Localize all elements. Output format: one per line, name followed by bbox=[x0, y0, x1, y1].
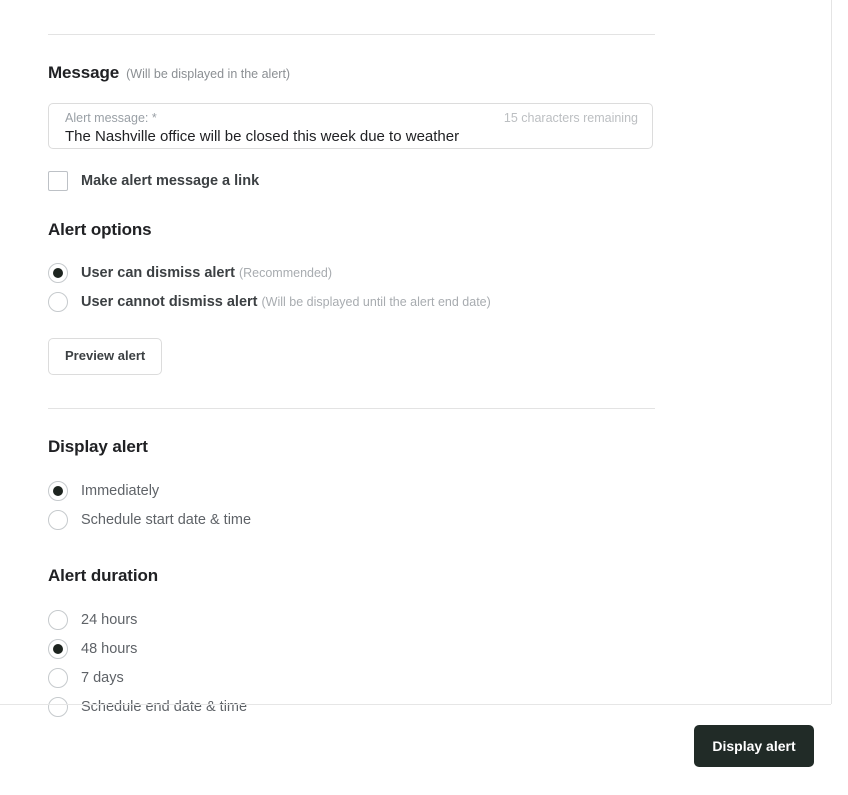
radio-user-cannot-dismiss[interactable] bbox=[48, 291, 68, 312]
alert-message-input[interactable]: The Nashville office will be closed this… bbox=[65, 127, 638, 147]
radio-24-hours[interactable] bbox=[48, 609, 68, 630]
radio-label-24-hours: 24 hours bbox=[81, 611, 138, 628]
alert-options-radio-group: User can dismiss alert (Recommended) User… bbox=[48, 258, 783, 316]
radio-row-48-hours[interactable]: 48 hours bbox=[48, 634, 783, 663]
alert-options-heading: Alert options bbox=[48, 220, 152, 239]
form-scroll-area: Message (Will be displayed in the alert)… bbox=[0, 0, 831, 717]
make-link-checkbox[interactable] bbox=[48, 171, 68, 191]
display-alert-heading-row: Display alert bbox=[48, 437, 783, 457]
message-heading: Message bbox=[48, 63, 120, 82]
top-divider bbox=[48, 34, 655, 35]
radio-row-schedule-start[interactable]: Schedule start date & time bbox=[48, 505, 783, 534]
radio-row-7-days[interactable]: 7 days bbox=[48, 663, 783, 692]
characters-remaining-counter: 15 characters remaining bbox=[503, 111, 638, 125]
preview-alert-button[interactable]: Preview alert bbox=[48, 338, 163, 375]
radio-immediately[interactable] bbox=[48, 480, 68, 501]
radio-schedule-start[interactable] bbox=[48, 509, 68, 530]
radio-row-immediately[interactable]: Immediately bbox=[48, 476, 783, 505]
alert-message-field[interactable]: Alert message: * 15 characters remaining… bbox=[48, 103, 653, 149]
panel-right-divider bbox=[831, 0, 832, 704]
radio-label-schedule-start: Schedule start date & time bbox=[81, 511, 252, 528]
alert-message-label: Alert message: * bbox=[65, 111, 157, 125]
radio-user-can-dismiss[interactable] bbox=[48, 262, 68, 283]
message-heading-row: Message (Will be displayed in the alert) bbox=[48, 63, 783, 83]
radio-label-48-hours: 48 hours bbox=[81, 640, 138, 657]
section-divider bbox=[48, 408, 655, 409]
radio-label-immediately: Immediately bbox=[81, 482, 160, 499]
display-alert-heading: Display alert bbox=[48, 437, 148, 456]
radio-row-user-cannot-dismiss[interactable]: User cannot dismiss alert (Will be displa… bbox=[48, 287, 783, 316]
radio-48-hours[interactable] bbox=[48, 638, 68, 659]
radio-7-days[interactable] bbox=[48, 667, 68, 688]
alert-options-heading-row: Alert options bbox=[48, 220, 783, 240]
radio-label-user-can-dismiss: User can dismiss alert (Recommended) bbox=[81, 264, 332, 282]
make-link-checkbox-label: Make alert message a link bbox=[81, 173, 260, 189]
radio-note-user-cannot-dismiss: (Will be displayed until the alert end d… bbox=[261, 294, 491, 309]
radio-label-text: User cannot dismiss alert bbox=[81, 293, 258, 310]
radio-note-user-can-dismiss: (Recommended) bbox=[238, 265, 333, 280]
footer-bar: Display alert bbox=[0, 705, 831, 795]
radio-label-text: User can dismiss alert bbox=[81, 264, 235, 281]
display-alert-submit-button[interactable]: Display alert bbox=[694, 725, 814, 767]
message-heading-note: (Will be displayed in the alert) bbox=[126, 67, 291, 81]
alert-message-field-toprow: Alert message: * 15 characters remaining bbox=[65, 111, 638, 126]
alert-duration-heading-row: Alert duration bbox=[48, 566, 783, 586]
radio-label-user-cannot-dismiss: User cannot dismiss alert (Will be displa… bbox=[81, 293, 491, 311]
alert-configuration-page: Message (Will be displayed in the alert)… bbox=[0, 0, 848, 795]
radio-label-7-days: 7 days bbox=[81, 669, 124, 686]
alert-duration-heading: Alert duration bbox=[48, 566, 159, 585]
display-alert-radio-group: Immediately Schedule start date & time bbox=[48, 476, 783, 534]
radio-row-user-can-dismiss[interactable]: User can dismiss alert (Recommended) bbox=[48, 258, 783, 287]
make-link-checkbox-row[interactable]: Make alert message a link bbox=[48, 171, 783, 191]
radio-row-24-hours[interactable]: 24 hours bbox=[48, 605, 783, 634]
